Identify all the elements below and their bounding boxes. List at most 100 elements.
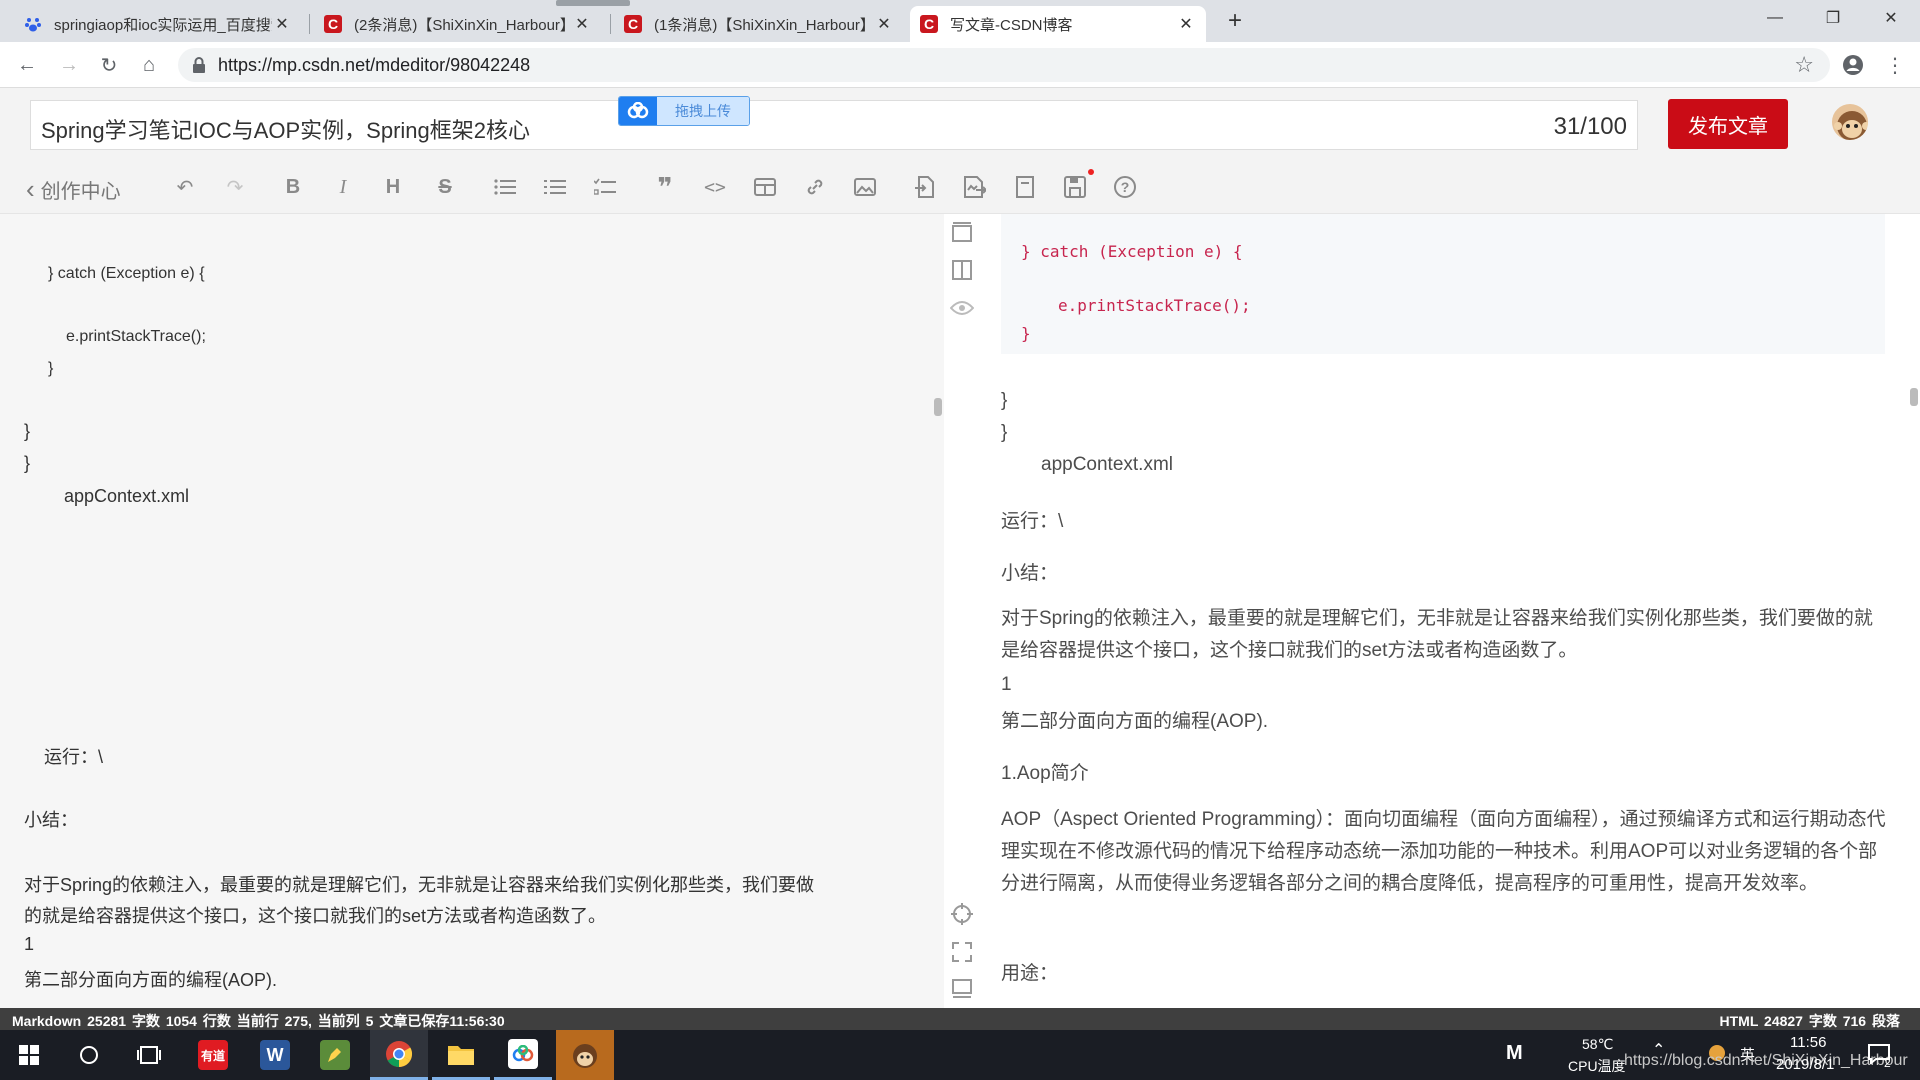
clock-time[interactable]: 11:56 — [1790, 1034, 1826, 1051]
drag-upload-widget[interactable]: 拖拽上传 — [618, 96, 750, 126]
lock-icon[interactable] — [192, 56, 206, 79]
source-line: } — [24, 453, 31, 473]
markdown-source-pane[interactable]: } catch (Exception e) { e.printStackTrac… — [0, 214, 944, 1008]
baidu-netdisk-icon[interactable] — [494, 1030, 552, 1080]
code-line: e.printStackTrace(); — [1058, 296, 1251, 315]
export-icon[interactable] — [960, 172, 990, 202]
source-line: appContext.xml — [64, 486, 190, 506]
directory-icon[interactable] — [1010, 172, 1040, 202]
tray-m-icon[interactable]: M — [1506, 1042, 1523, 1065]
preview-paragraph: 对于Spring的依赖注入，最重要的就是理解它们，无非就是让容器来给我们实例化那… — [1001, 608, 1873, 661]
new-tab-button[interactable]: + — [1220, 6, 1250, 36]
editor-app-glyph — [320, 1040, 350, 1070]
account-icon[interactable] — [1838, 50, 1868, 80]
preview-heading: 1.Aop简介 — [1001, 763, 1089, 784]
title-char-counter: 31/100 — [1553, 113, 1627, 140]
source-line: } catch (Exception e) { — [48, 265, 205, 282]
clock-date[interactable]: 2019/8/1 — [1776, 1056, 1834, 1073]
cpu-temp-label: CPU温度 — [1568, 1058, 1626, 1074]
monkey-app-icon[interactable] — [556, 1030, 614, 1080]
help-icon[interactable]: ? — [1110, 172, 1140, 202]
cpu-temp-value: 58℃ — [1582, 1036, 1614, 1052]
reload-icon[interactable]: ↻ — [94, 50, 124, 80]
back-label: 创作中心 — [40, 181, 121, 203]
maximize-icon[interactable]: ❐ — [1804, 0, 1862, 36]
bookmark-star-icon[interactable]: ☆ — [1794, 52, 1814, 78]
source-line: } — [24, 421, 31, 441]
preview-line: } — [1001, 422, 1008, 443]
right-scrollbar-thumb[interactable] — [1910, 388, 1918, 406]
heading-icon[interactable]: H — [378, 172, 408, 202]
preview-line: 用途： — [1001, 963, 1059, 984]
task-list-icon[interactable] — [590, 172, 620, 202]
youdao-icon[interactable]: 有道 — [184, 1030, 242, 1080]
address-bar[interactable]: https://mp.csdn.net/mdeditor/98042248 ☆ — [178, 48, 1830, 82]
chevron-left-icon: ‹ — [26, 174, 35, 204]
csdn-c-icon: C — [920, 15, 938, 33]
publish-article-button[interactable]: 发布文章 — [1668, 99, 1788, 149]
back-to-creation-center-button[interactable]: ‹ 创作中心 — [26, 174, 121, 205]
more-menu-icon[interactable]: ⋮ — [1880, 50, 1910, 80]
window-close-icon[interactable]: ✕ — [1862, 0, 1920, 36]
windows-start-icon[interactable] — [0, 1030, 58, 1080]
source-line: } — [48, 360, 54, 377]
split-view-icon[interactable] — [950, 258, 974, 282]
avatar[interactable] — [1830, 102, 1870, 142]
tab-csdn-messages-1[interactable]: C (1条消息)【ShiXinXin_Harbour】 ✕ — [614, 6, 904, 42]
chrome-icon[interactable] — [370, 1030, 428, 1080]
markdown-toolbar: ‹ 创作中心 ↶ ↷ B I H S ❞ <> ? — [0, 160, 1920, 214]
csdn-c-icon: C — [324, 15, 342, 33]
tab-title: (1条消息)【ShiXinXin_Harbour】 — [654, 16, 874, 34]
browser-tab-strip: springiaop和ioc实际运用_百度搜索 ✕ C (2条消息)【ShiXi… — [0, 0, 1920, 42]
tab-title: (2条消息)【ShiXinXin_Harbour】 — [354, 16, 572, 34]
close-icon[interactable]: ✕ — [572, 14, 592, 34]
tab-csdn-messages-2[interactable]: C (2条消息)【ShiXinXin_Harbour】 ✕ — [314, 6, 602, 42]
word-icon[interactable]: W — [246, 1030, 304, 1080]
quote-icon[interactable]: ❞ — [650, 172, 680, 202]
tab-baidu-search[interactable]: springiaop和ioc实际运用_百度搜索 ✕ — [14, 6, 302, 42]
screen-icon[interactable] — [950, 976, 974, 1000]
source-line: 的就是给容器提供这个接口，这个接口就我们的set方法或者构造函数了。 — [24, 906, 607, 926]
fullscreen-icon[interactable] — [950, 940, 974, 964]
import-icon[interactable] — [910, 172, 940, 202]
close-icon[interactable]: ✕ — [1176, 14, 1196, 34]
italic-icon[interactable]: I — [328, 172, 358, 202]
ordered-list-icon[interactable] — [540, 172, 570, 202]
left-scrollbar-thumb[interactable] — [934, 398, 942, 416]
home-icon[interactable]: ⌂ — [134, 50, 164, 80]
task-view-icon[interactable] — [120, 1030, 178, 1080]
sync-scroll-icon[interactable] — [950, 220, 974, 244]
close-icon[interactable]: ✕ — [272, 14, 292, 34]
bold-icon[interactable]: B — [278, 172, 308, 202]
source-line: 运行：\ — [44, 747, 104, 767]
minimize-icon[interactable]: — — [1746, 0, 1804, 36]
undo-icon[interactable]: ↶ — [170, 172, 200, 202]
forward-arrow-icon[interactable]: → — [54, 50, 84, 80]
code-line: } catch (Exception e) { — [1021, 242, 1243, 261]
preview-pane[interactable]: } catch (Exception e) { e.printStackTrac… — [944, 214, 1920, 1008]
tab-title: springiaop和ioc实际运用_百度搜索 — [54, 16, 272, 34]
article-title-input[interactable]: Spring学习笔记IOC与AOP实例，Spring框架2核心 31/100 — [30, 100, 1638, 150]
redo-icon[interactable]: ↷ — [220, 172, 250, 202]
close-icon[interactable]: ✕ — [874, 14, 894, 34]
back-arrow-icon[interactable]: ← — [12, 50, 42, 80]
file-explorer-icon[interactable] — [432, 1030, 490, 1080]
csdn-c-icon: C — [624, 15, 642, 33]
crosshair-icon[interactable] — [950, 902, 974, 926]
link-icon[interactable] — [800, 172, 830, 202]
preview-line: 第二部分面向方面的编程(AOP). — [1001, 711, 1269, 732]
tab-title: 写文章-CSDN博客 — [950, 16, 1073, 34]
browser-toolbar: ← → ↻ ⌂ https://mp.csdn.net/mdeditor/980… — [0, 42, 1920, 88]
strikethrough-icon[interactable]: S — [430, 172, 460, 202]
table-icon[interactable] — [750, 172, 780, 202]
code-icon[interactable]: <> — [700, 172, 730, 202]
unordered-list-icon[interactable] — [490, 172, 520, 202]
editor-app-icon[interactable] — [306, 1030, 364, 1080]
status-right: HTML 24827 字数 716 段落 — [1719, 1013, 1900, 1029]
save-icon[interactable] — [1060, 172, 1090, 202]
cortana-search-icon[interactable] — [60, 1030, 118, 1080]
eye-icon[interactable] — [950, 296, 974, 320]
image-icon[interactable] — [850, 172, 880, 202]
status-left: Markdown 25281 字数 1054 行数 当前行 275, 当前列 5… — [12, 1013, 505, 1029]
tab-csdn-write-article[interactable]: C 写文章-CSDN博客 ✕ — [910, 6, 1206, 42]
